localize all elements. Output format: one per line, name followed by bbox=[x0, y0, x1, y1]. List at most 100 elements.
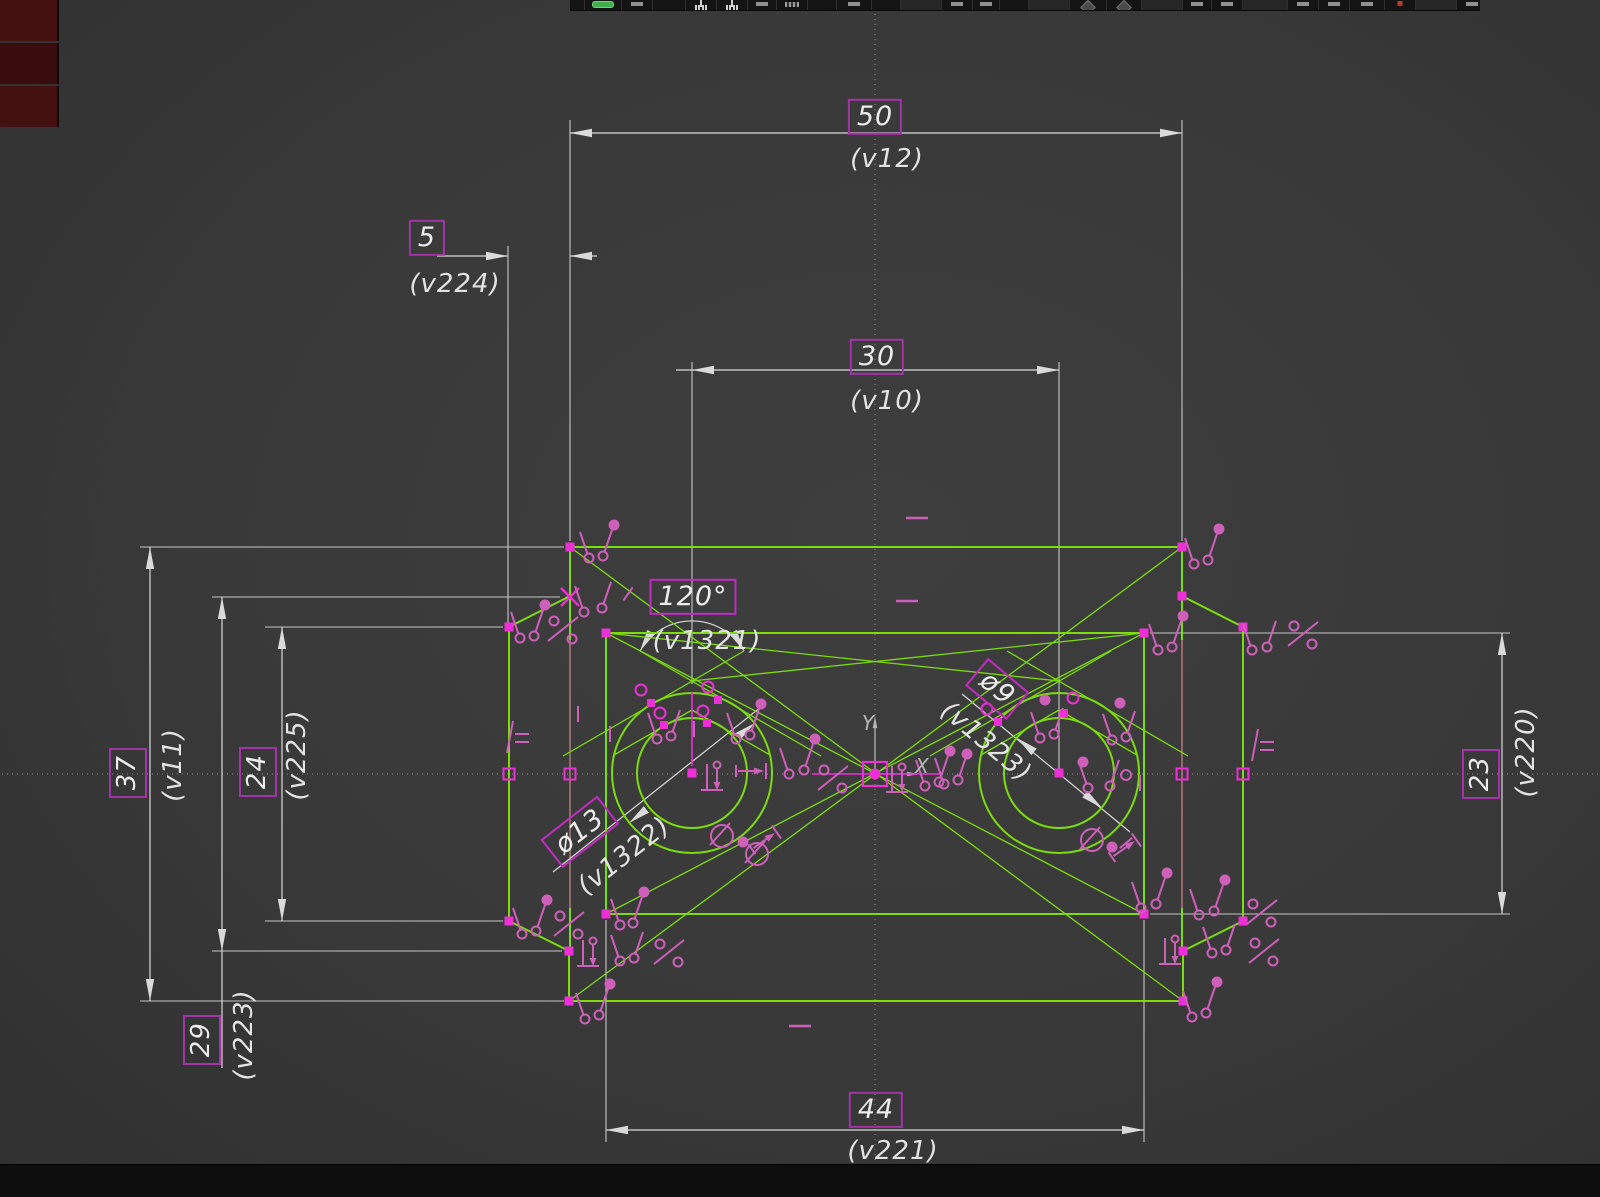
dim-120-value[interactable]: 120° bbox=[649, 578, 737, 616]
toolbar-icon[interactable] bbox=[1107, 0, 1142, 10]
toolbar-icon[interactable] bbox=[942, 0, 973, 10]
constraint-abar-icon[interactable] bbox=[735, 763, 767, 779]
dim-37-variable[interactable]: (v11) bbox=[158, 728, 188, 802]
toolbar-icon[interactable] bbox=[1183, 0, 1212, 10]
toolbar-icon[interactable] bbox=[837, 0, 872, 10]
constraint-pct-icon[interactable] bbox=[1248, 937, 1280, 967]
constraint-perp-icon[interactable] bbox=[701, 760, 723, 791]
constraint-dot-icon[interactable] bbox=[1114, 697, 1126, 709]
construction-line[interactable] bbox=[613, 709, 693, 756]
vertex-handle[interactable] bbox=[601, 909, 611, 919]
constraint-pct-icon[interactable] bbox=[817, 764, 849, 794]
dim-24-value-box[interactable]: 24 bbox=[239, 747, 277, 797]
constraint-tsq-icon[interactable] bbox=[634, 683, 656, 708]
constraint-pct-icon[interactable] bbox=[653, 938, 685, 968]
toolbar-icon[interactable] bbox=[1070, 0, 1107, 10]
constraint-dot-icon[interactable] bbox=[961, 748, 973, 760]
vertex-handle[interactable] bbox=[1177, 591, 1187, 601]
toolbar-icon[interactable] bbox=[1385, 0, 1416, 10]
dim-30-variable[interactable]: (v10) bbox=[850, 386, 924, 416]
constraint-dot-icon[interactable] bbox=[1039, 694, 1051, 706]
toolbar-icon[interactable] bbox=[686, 0, 717, 10]
toolbar-icon[interactable] bbox=[1000, 0, 1029, 10]
vertex-handle[interactable] bbox=[601, 628, 611, 638]
toolbar-icon[interactable] bbox=[1142, 0, 1183, 10]
vertex-handle[interactable] bbox=[1238, 916, 1248, 926]
constraint-pend-icon[interactable] bbox=[1202, 926, 1218, 959]
toolbar-icon[interactable] bbox=[1457, 0, 1480, 10]
constraint-pend-icon[interactable] bbox=[627, 886, 650, 929]
toolbar-icon[interactable] bbox=[653, 0, 686, 10]
constraint-pend-icon[interactable] bbox=[1148, 623, 1164, 656]
dim-44-value[interactable]: 44 bbox=[848, 1091, 904, 1129]
constraint-tsq-icon[interactable] bbox=[696, 704, 712, 728]
constraint-pend-icon[interactable] bbox=[1200, 976, 1223, 1019]
constraint-tsq-icon[interactable] bbox=[653, 706, 669, 730]
dim-24-variable[interactable]: (v225) bbox=[282, 709, 312, 800]
constraint-perp-icon[interactable] bbox=[1159, 934, 1181, 965]
constraint-pend-icon[interactable] bbox=[1208, 874, 1231, 917]
dim-29-variable[interactable]: (v223) bbox=[229, 989, 259, 1080]
constraint-pct-icon[interactable] bbox=[547, 615, 579, 645]
constraint-bigc-icon[interactable] bbox=[709, 822, 734, 848]
constraint-perp-icon[interactable] bbox=[577, 936, 599, 967]
dim-50-value[interactable]: 50 bbox=[847, 98, 903, 136]
vertex-handle[interactable] bbox=[504, 916, 514, 926]
constraint-pend-icon[interactable] bbox=[1202, 523, 1225, 566]
dim-44-variable[interactable]: (v221) bbox=[847, 1136, 938, 1166]
vertex-handle[interactable] bbox=[1054, 768, 1064, 778]
toolbar-icon[interactable] bbox=[973, 0, 1000, 10]
vertex-handle[interactable] bbox=[687, 768, 697, 778]
constraint-pend-icon[interactable] bbox=[1184, 537, 1200, 570]
constraint-dot-icon[interactable] bbox=[737, 836, 749, 848]
toolbar-icon[interactable] bbox=[1029, 0, 1070, 10]
dim-50-variable[interactable]: (v12) bbox=[850, 144, 924, 174]
constraint-bigc-icon[interactable] bbox=[1079, 826, 1104, 852]
toolbar-icon[interactable] bbox=[901, 0, 942, 10]
dim-23-value-box[interactable]: 23 bbox=[1462, 749, 1500, 799]
constraint-pct-icon[interactable] bbox=[1246, 898, 1278, 928]
vertex-handle[interactable] bbox=[1139, 628, 1149, 638]
dim-5-value[interactable]: 5 bbox=[408, 219, 446, 257]
toolbar-icon[interactable] bbox=[570, 0, 585, 10]
toolbar-icon[interactable] bbox=[622, 0, 653, 10]
dim-120-variable[interactable]: (v1321) bbox=[653, 626, 762, 656]
toolbar-icon[interactable] bbox=[748, 0, 777, 10]
toolbar-icon[interactable] bbox=[1288, 0, 1319, 10]
constraint-pend-icon[interactable] bbox=[1189, 888, 1205, 921]
constraint-pend-icon[interactable] bbox=[1166, 610, 1189, 653]
toolbar-icon[interactable] bbox=[1243, 0, 1288, 10]
vertex-handle[interactable] bbox=[564, 996, 574, 1006]
constraint-eqbar-icon[interactable] bbox=[506, 720, 529, 754]
dim-37-value-box[interactable]: 37 bbox=[109, 748, 147, 798]
dim-23-variable[interactable]: (v220) bbox=[1511, 706, 1541, 797]
constraint-pend-icon[interactable] bbox=[1242, 623, 1258, 656]
constraint-pend-icon[interactable] bbox=[574, 585, 590, 618]
toolbar-icon[interactable] bbox=[808, 0, 837, 10]
constraint-pend-icon[interactable] bbox=[1182, 990, 1198, 1023]
constraint-pend-icon[interactable] bbox=[530, 894, 553, 937]
constraint-pend-icon[interactable] bbox=[528, 599, 551, 642]
toolbar-icon[interactable] bbox=[1212, 0, 1243, 10]
constraint-pend-icon[interactable] bbox=[596, 581, 612, 614]
constraint-dot-icon[interactable] bbox=[1106, 841, 1118, 853]
origin-point[interactable] bbox=[869, 768, 881, 780]
constraint-eqbar-icon[interactable] bbox=[1251, 728, 1274, 762]
vertex-handle[interactable] bbox=[504, 622, 514, 632]
constraint-pend-icon[interactable] bbox=[1261, 620, 1277, 653]
toolbar-icon[interactable] bbox=[1319, 0, 1350, 10]
constraint-pend-icon[interactable] bbox=[744, 698, 767, 741]
constraint-tsq-icon[interactable] bbox=[1060, 691, 1080, 718]
cad-viewport[interactable]: 50 (v12) 5 (v224) 30 (v10) 120° (v1321) … bbox=[0, 0, 1600, 1197]
vertex-handle[interactable] bbox=[565, 542, 575, 552]
dim-30-value[interactable]: 30 bbox=[849, 338, 905, 376]
constraint-pend-icon[interactable] bbox=[1030, 711, 1046, 744]
toolbar-icon[interactable] bbox=[1416, 0, 1457, 10]
constraint-pend-icon[interactable] bbox=[597, 519, 620, 562]
toolbar-icon[interactable] bbox=[1350, 0, 1385, 10]
vertex-handle[interactable] bbox=[1178, 946, 1188, 956]
constraint-pend-icon[interactable] bbox=[575, 992, 591, 1025]
toolbar-icon[interactable] bbox=[872, 0, 901, 10]
constraint-pend-icon[interactable] bbox=[665, 709, 681, 742]
toolbar-icon[interactable] bbox=[777, 0, 808, 10]
